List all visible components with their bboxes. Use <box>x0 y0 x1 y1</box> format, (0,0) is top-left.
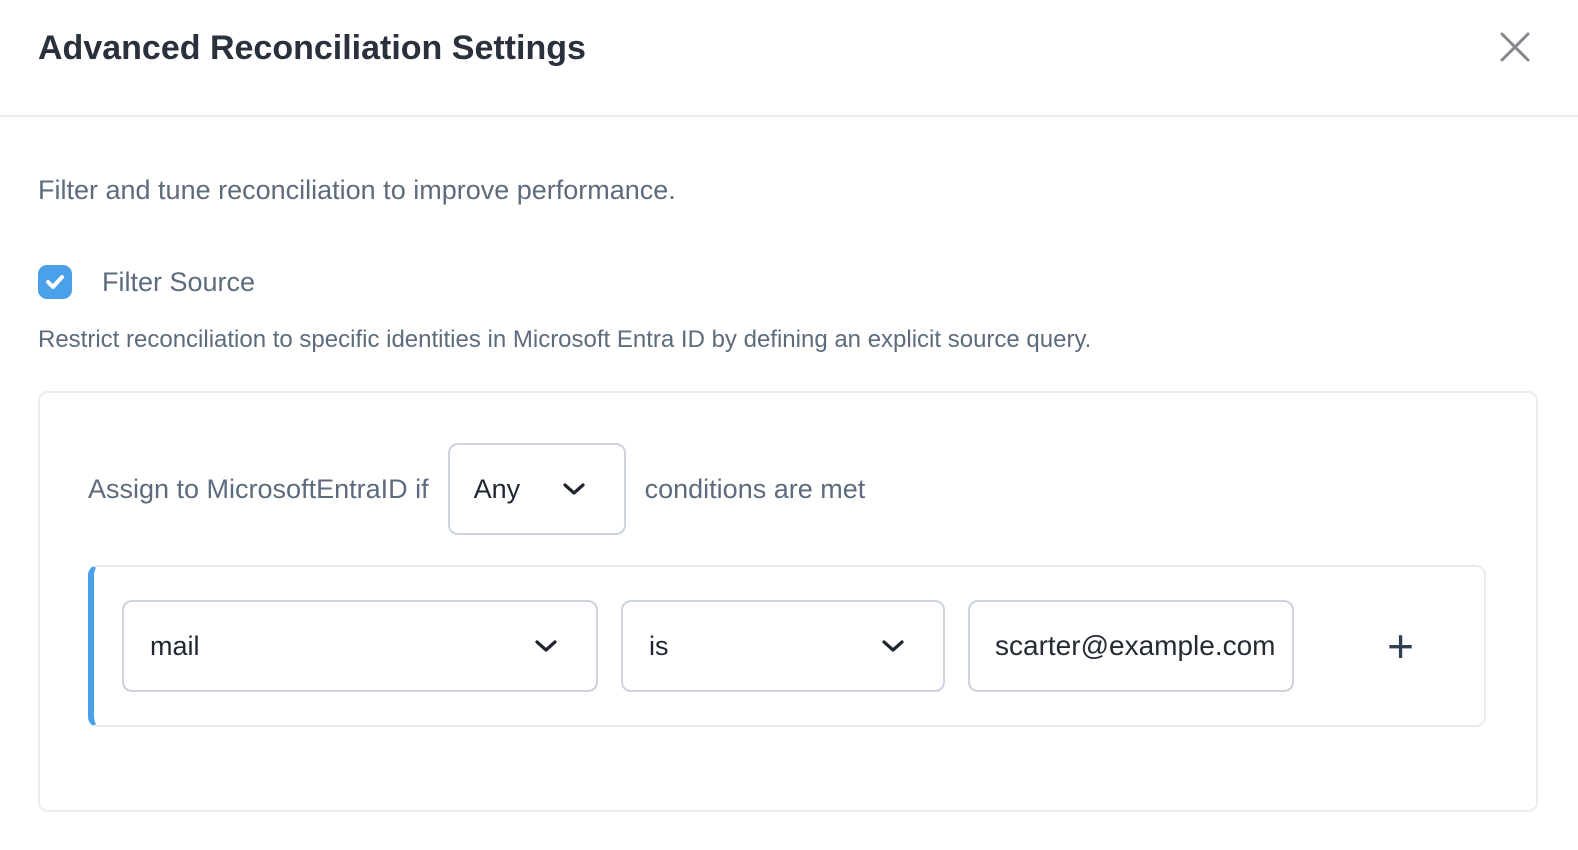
condition-row: mail is + <box>88 565 1486 727</box>
assign-prefix-label: Assign to MicrosoftEntraID if <box>88 474 429 505</box>
advanced-reconciliation-settings-modal: Advanced Reconciliation Settings Filter … <box>0 0 1578 850</box>
filter-source-help-text: Restrict reconciliation to specific iden… <box>38 325 1540 355</box>
close-button[interactable] <box>1494 26 1536 68</box>
assign-rule-row: Assign to MicrosoftEntraID if Any condit… <box>88 443 1536 535</box>
filter-source-checkbox[interactable] <box>38 265 72 299</box>
modal-body: Filter and tune reconciliation to improv… <box>0 173 1578 812</box>
modal-title: Advanced Reconciliation Settings <box>38 24 1540 72</box>
assign-suffix-label: conditions are met <box>645 474 866 505</box>
attribute-select[interactable]: mail <box>122 600 598 692</box>
filter-source-row: Filter Source <box>38 265 1540 299</box>
attribute-select-value: mail <box>150 631 200 662</box>
modal-header: Advanced Reconciliation Settings <box>0 0 1578 117</box>
match-mode-value: Any <box>474 474 521 505</box>
checkmark-icon <box>45 274 65 290</box>
match-mode-select[interactable]: Any <box>448 443 626 535</box>
chevron-down-icon <box>534 639 558 653</box>
modal-description: Filter and tune reconciliation to improv… <box>38 173 1540 207</box>
add-condition-button[interactable]: + <box>1377 623 1424 669</box>
filter-source-label: Filter Source <box>102 267 255 298</box>
condition-value-input[interactable] <box>968 600 1294 692</box>
close-icon <box>1499 31 1531 63</box>
chevron-down-icon <box>881 639 905 653</box>
operator-select[interactable]: is <box>621 600 945 692</box>
chevron-down-icon <box>562 482 586 496</box>
source-query-panel: Assign to MicrosoftEntraID if Any condit… <box>38 391 1538 812</box>
add-condition-area: + <box>1317 623 1484 669</box>
operator-select-value: is <box>649 631 669 662</box>
